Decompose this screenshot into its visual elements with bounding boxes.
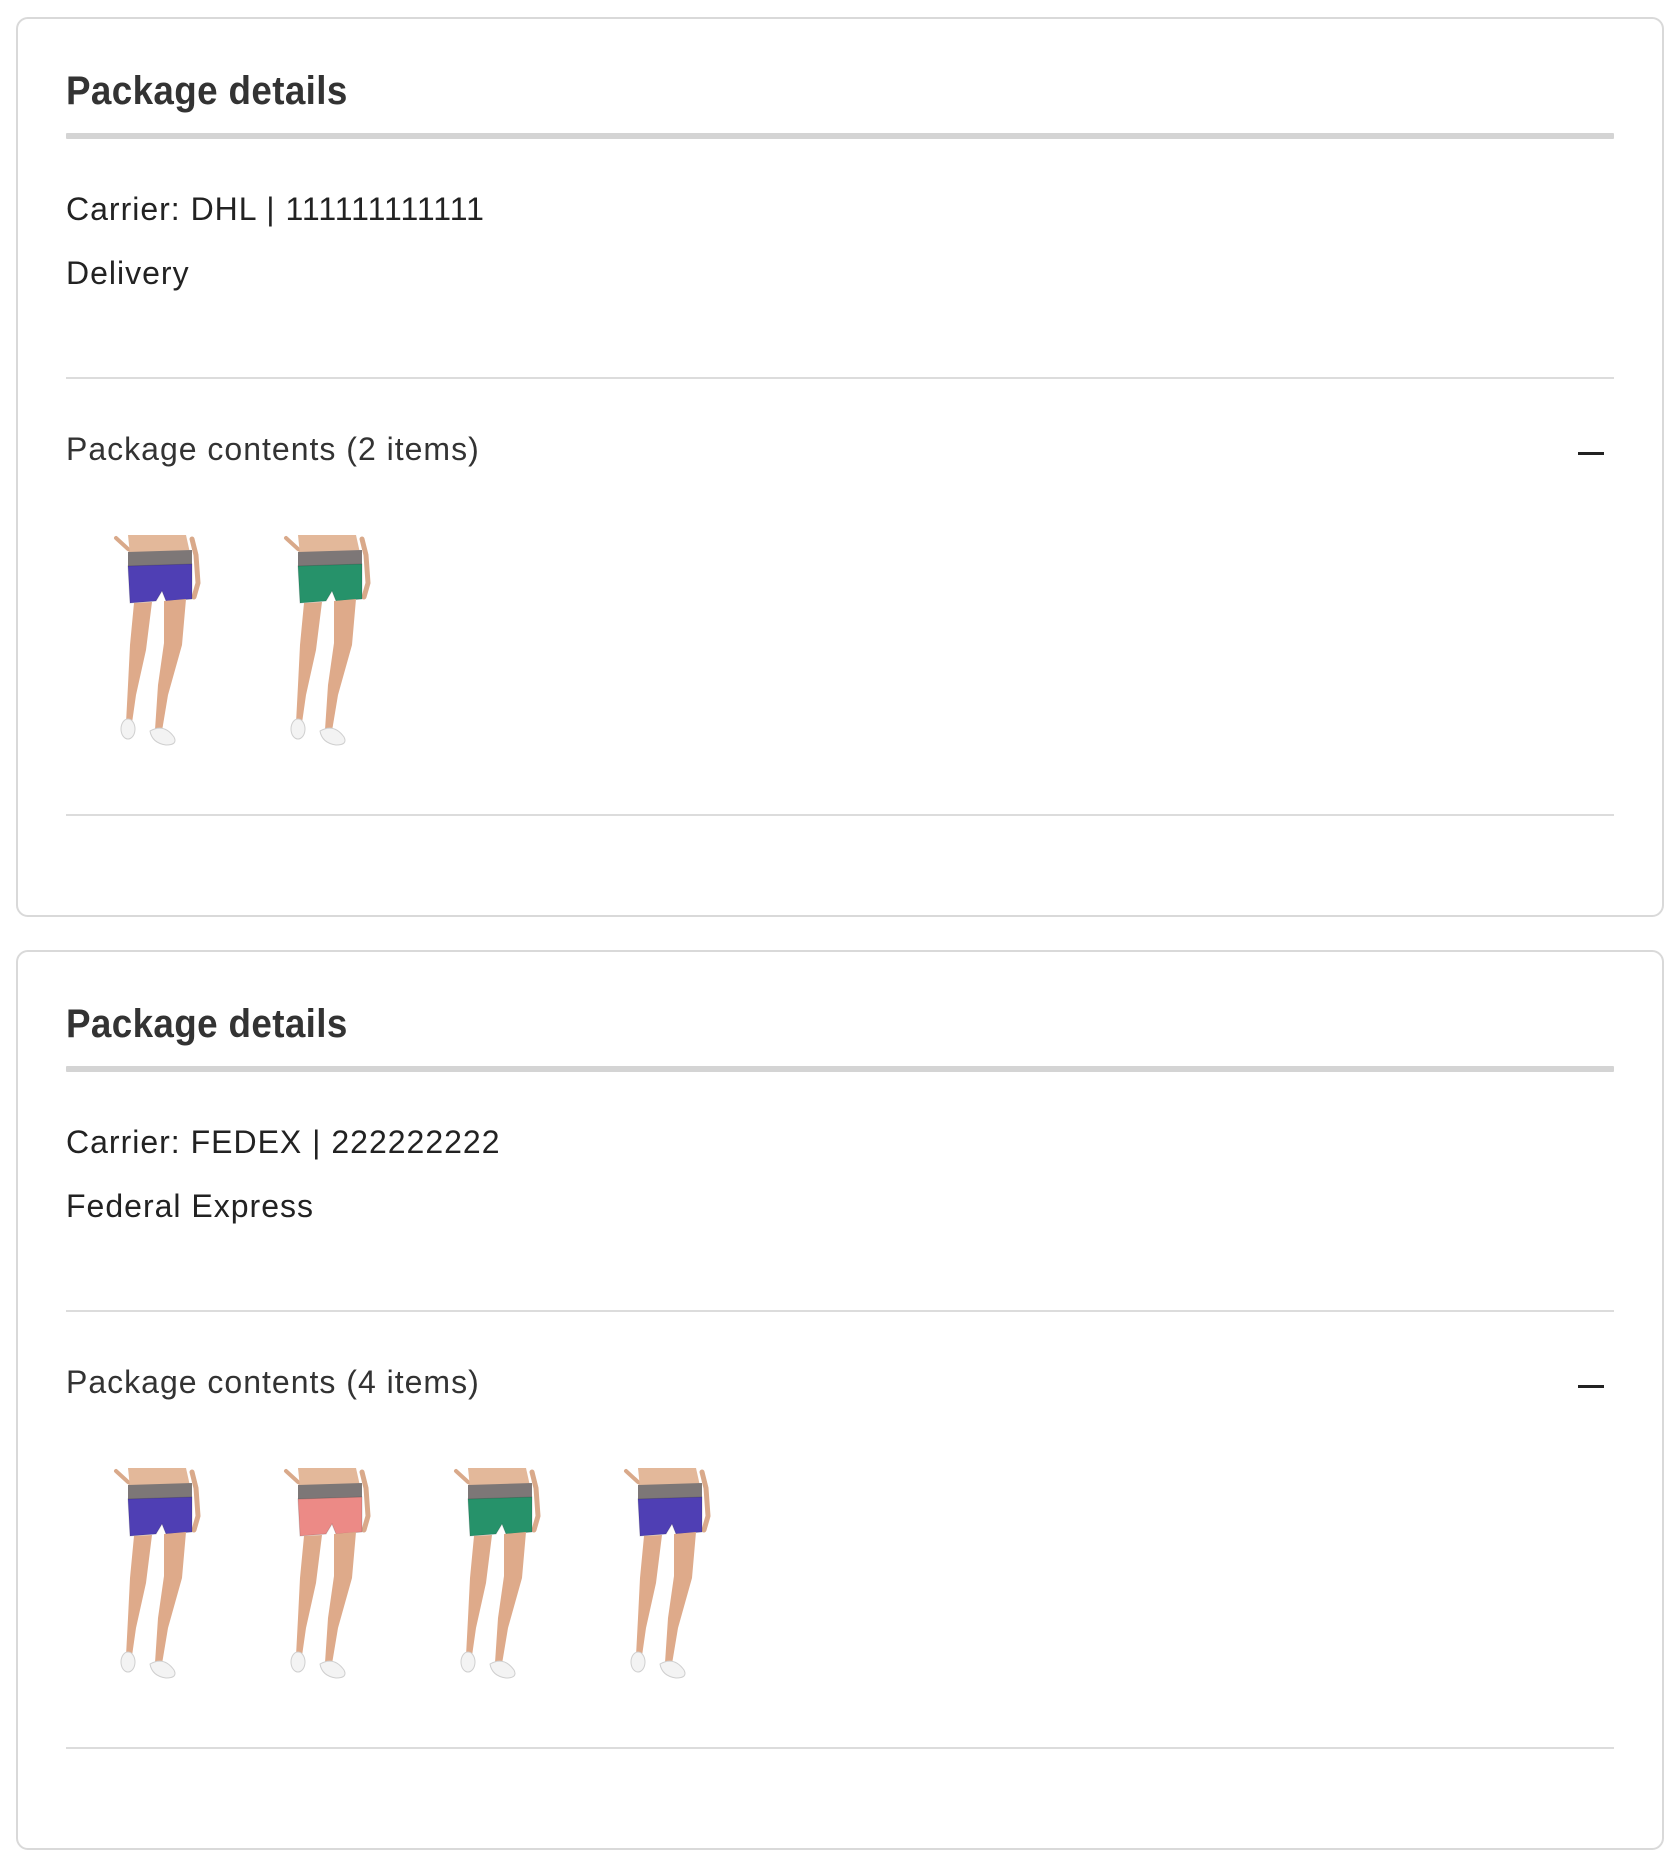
package-contents-toggle[interactable]: Package contents (4 items) bbox=[66, 1362, 1614, 1412]
title-divider bbox=[66, 133, 1614, 139]
minus-icon[interactable] bbox=[1578, 1385, 1604, 1388]
package-contents-label: Package contents (2 items) bbox=[66, 431, 480, 467]
package-title: Package details bbox=[66, 69, 348, 113]
package-contents-label: Package contents (4 items) bbox=[66, 1364, 480, 1400]
product-thumbnail[interactable] bbox=[446, 1468, 554, 1682]
section-divider bbox=[66, 1310, 1614, 1312]
product-thumbnail[interactable] bbox=[106, 535, 214, 749]
section-divider bbox=[66, 1747, 1614, 1749]
product-thumbnail[interactable] bbox=[276, 1468, 384, 1682]
package-card-body: Package details Carrier: DHL | 111111111… bbox=[66, 19, 1614, 915]
minus-icon[interactable] bbox=[1578, 452, 1604, 455]
package-title: Package details bbox=[66, 1002, 348, 1046]
package-card: Package details Carrier: DHL | 111111111… bbox=[16, 17, 1664, 917]
product-thumbnail[interactable] bbox=[276, 535, 384, 749]
section-divider bbox=[66, 814, 1614, 816]
package-card-body: Package details Carrier: FEDEX | 2222222… bbox=[66, 952, 1614, 1848]
product-thumbnail[interactable] bbox=[616, 1468, 724, 1682]
package-card: Package details Carrier: FEDEX | 2222222… bbox=[16, 950, 1664, 1850]
carrier-tracking: Carrier: DHL | 111111111111 bbox=[66, 191, 485, 227]
package-contents-toggle[interactable]: Package contents (2 items) bbox=[66, 429, 1614, 479]
shipping-method: Federal Express bbox=[66, 1188, 314, 1224]
section-divider bbox=[66, 377, 1614, 379]
carrier-tracking: Carrier: FEDEX | 222222222 bbox=[66, 1124, 501, 1160]
shipping-method: Delivery bbox=[66, 255, 190, 291]
title-divider bbox=[66, 1066, 1614, 1072]
product-thumbnail[interactable] bbox=[106, 1468, 214, 1682]
